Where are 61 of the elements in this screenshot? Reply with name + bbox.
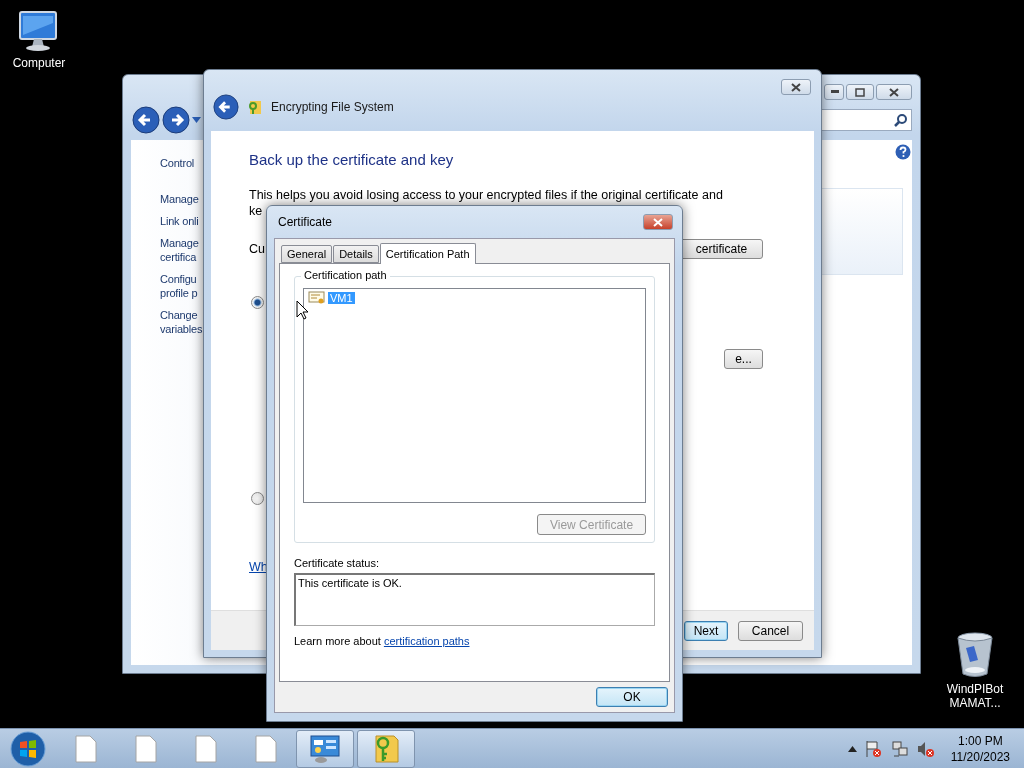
tab[interactable]: Certification Path [379, 243, 476, 264]
time-text: 1:00 PM [958, 732, 1003, 749]
status-text: This certificate is OK. [294, 573, 655, 626]
cancel-button[interactable]: Cancel [738, 620, 803, 641]
show-hidden-icons-icon[interactable] [847, 745, 857, 752]
date-text: 11/20/2023 [950, 748, 1010, 765]
search-field[interactable] [820, 109, 912, 131]
radio-button[interactable] [251, 295, 264, 309]
recycle-bin-icon[interactable] [956, 632, 994, 678]
network-icon[interactable] [890, 739, 909, 758]
description-text: This helps you avoid losing access to your encrypted files if the original certificate and [249, 187, 724, 203]
dialog-title: Certificate [278, 215, 333, 229]
start-button[interactable] [10, 730, 46, 767]
close-button[interactable] [876, 84, 912, 100]
description-text: ke [249, 203, 264, 219]
sidebar-link[interactable]: Link onli [160, 214, 203, 228]
minimize-icon [831, 90, 839, 94]
flag-icon[interactable] [864, 739, 883, 758]
close-icon [889, 87, 899, 97]
option-button[interactable]: e... [724, 349, 763, 369]
forward-button[interactable] [162, 106, 190, 134]
minimize-button[interactable] [824, 84, 844, 100]
clock[interactable]: 1:00 PM 11/20/2023 [950, 732, 1010, 765]
wizard-heading: Back up the certificate and key [249, 151, 455, 168]
sidebar-link[interactable]: Manage [160, 192, 203, 206]
close-icon [653, 217, 663, 227]
search-icon [894, 113, 907, 127]
back-button[interactable] [132, 106, 160, 134]
desktop-icon-label[interactable]: WindPIBot MAMAT... [944, 682, 1006, 710]
tab[interactable]: General [281, 245, 333, 263]
maximize-button[interactable] [846, 84, 874, 100]
maximize-icon [855, 87, 865, 97]
close-button[interactable] [643, 214, 673, 230]
desktop-icon-label[interactable]: Computer [12, 56, 66, 70]
certificate-button[interactable]: certificate [680, 239, 763, 259]
back-button[interactable] [213, 93, 239, 120]
ok-button[interactable]: OK [596, 687, 668, 707]
window-title: Encrypting File System [271, 99, 394, 114]
key-folder-icon[interactable] [372, 733, 400, 764]
dropdown-icon[interactable] [192, 117, 201, 123]
radio-button[interactable] [251, 491, 264, 505]
control-panel-icon[interactable] [309, 733, 341, 764]
help-icon[interactable] [895, 144, 911, 160]
close-icon [791, 82, 801, 92]
sidebar-link[interactable]: Manage certifica [160, 236, 203, 264]
option-label: Cu [249, 241, 265, 257]
close-button[interactable] [781, 79, 811, 95]
group-label: Certification path [301, 269, 390, 281]
status-label: Certificate status: [294, 557, 380, 569]
next-button[interactable]: Next [684, 620, 728, 641]
taskbar-button[interactable] [296, 729, 354, 768]
certificate-icon [308, 291, 326, 305]
certification-paths-link[interactable]: certification paths [383, 635, 470, 647]
key-folder-icon [247, 98, 263, 115]
cursor-icon [296, 300, 309, 320]
sidebar-link[interactable]: Change variables [160, 308, 203, 336]
learn-more-text: Learn more about certification paths [294, 635, 471, 647]
sidebar-link[interactable]: Control [160, 156, 203, 170]
sidebar-link[interactable]: Configu profile p [160, 272, 203, 300]
taskbar-button[interactable] [357, 729, 415, 768]
tab[interactable]: Details [333, 245, 379, 263]
